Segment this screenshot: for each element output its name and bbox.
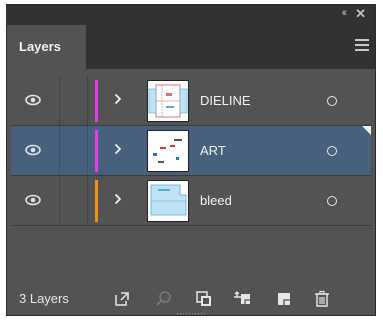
layer-row-art[interactable]: ART [11,126,371,176]
export-icon[interactable] [113,290,131,308]
resize-grip[interactable] [177,313,207,315]
tab-layers[interactable]: Layers [7,25,86,69]
chevron-right-icon[interactable] [114,93,122,105]
layer-thumbnail [147,180,189,222]
target-circle-icon[interactable] [327,146,337,156]
column-separator [87,126,88,175]
chevron-right-icon[interactable] [114,143,122,155]
column-separator [59,76,60,125]
visibility-eye-icon[interactable] [25,144,41,156]
column-separator [87,176,88,225]
art-artwork [153,139,182,163]
layer-thumbnail [147,80,189,122]
column-separator [59,126,60,175]
layer-color-bar [95,180,98,222]
layer-thumbnail [147,130,189,172]
panel-titlebar[interactable]: ‹‹ ✕ [7,5,375,25]
panel-tab-bar: Layers [7,25,375,69]
layer-color-bar [95,130,98,172]
layer-row-dieline[interactable]: DIELINE [11,76,371,126]
new-sublayer-icon[interactable] [233,290,251,308]
locate-object-icon[interactable] [155,290,173,308]
dieline-artwork [148,84,188,118]
chevron-right-icon[interactable] [114,193,122,205]
bleed-artwork [148,181,188,221]
selection-indicator [362,126,371,135]
target-circle-icon[interactable] [327,196,337,206]
layer-count: 3 Layers [19,291,69,306]
close-panel-button[interactable]: ✕ [355,6,366,22]
new-layer-icon[interactable] [275,290,293,308]
column-separator [59,176,60,225]
layer-row-bleed[interactable]: bleed [11,176,371,226]
column-separator [87,76,88,125]
panel-menu-icon[interactable] [355,39,369,54]
layer-name[interactable]: DIELINE [200,76,251,126]
collapse-panel-button[interactable]: ‹‹ [342,7,348,19]
layers-panel: ‹‹ ✕ Layers DIELINE ART bleed 3 Layers [6,4,376,316]
visibility-eye-icon[interactable] [25,94,41,106]
layer-name[interactable]: bleed [200,176,232,226]
visibility-eye-icon[interactable] [25,194,41,206]
layer-list: DIELINE ART bleed [11,76,371,266]
clipping-mask-icon[interactable] [195,290,213,308]
layer-color-bar [95,80,98,122]
panel-footer: 3 Layers [7,281,375,315]
layer-name[interactable]: ART [200,126,226,176]
delete-icon[interactable] [313,290,331,308]
target-circle-icon[interactable] [327,96,337,106]
